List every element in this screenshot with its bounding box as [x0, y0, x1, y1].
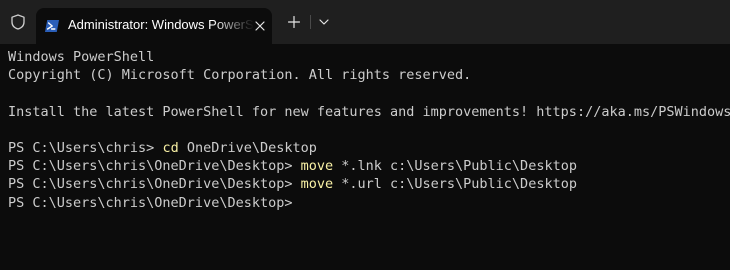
plus-icon[interactable] — [282, 10, 306, 34]
prompt: PS C:\Users\chris\OneDrive\Desktop> — [8, 176, 301, 193]
command: cd — [162, 139, 179, 156]
terminal-line: Install the latest PowerShell for new fe… — [8, 103, 730, 120]
command-args: *.lnk c:\Users\Public\Desktop — [333, 158, 577, 175]
terminal-line: Copyright (C) Microsoft Corporation. All… — [8, 67, 472, 84]
prompt: PS C:\Users\chris\OneDrive\Desktop> — [8, 158, 301, 175]
terminal-line: PS C:\Users\chris\OneDrive\Desktop> — [8, 194, 730, 212]
prompt: PS C:\Users\chris\OneDrive\Desktop> — [8, 194, 293, 211]
tab-divider — [310, 15, 311, 29]
tab-bar: Administrator: Windows PowerShell — [0, 0, 730, 44]
terminal-line: PS C:\Users\chris\OneDrive\Desktop> move… — [8, 157, 730, 175]
tab-title: Administrator: Windows PowerShell — [68, 17, 254, 32]
command: move — [300, 176, 334, 193]
close-icon[interactable] — [250, 16, 270, 36]
powershell-icon — [44, 18, 60, 34]
command-args: *.url c:\Users\Public\Desktop — [333, 176, 577, 193]
tab-powershell[interactable]: Administrator: Windows PowerShell — [36, 8, 272, 44]
terminal-line: PS C:\Users\chris\OneDrive\Desktop> move… — [8, 175, 730, 193]
terminal-line: PS C:\Users\chris> cd OneDrive\Desktop — [8, 139, 730, 157]
shield-icon[interactable] — [4, 8, 32, 36]
terminal-output[interactable]: Windows PowerShell Copyright (C) Microso… — [8, 48, 730, 270]
command: move — [300, 158, 334, 175]
terminal-line: Windows PowerShell — [8, 49, 155, 65]
command-args: OneDrive\Desktop — [178, 139, 317, 156]
terminal-window: Administrator: Windows PowerShell Window… — [0, 0, 730, 270]
chevron-down-icon[interactable] — [313, 10, 335, 34]
prompt: PS C:\Users\chris> — [8, 139, 163, 156]
